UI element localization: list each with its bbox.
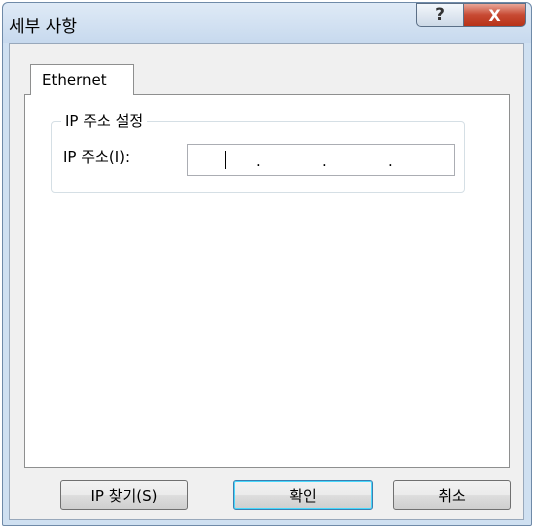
help-button[interactable]: ? bbox=[416, 3, 464, 27]
tab-panel-ethernet: IP 주소 설정 IP 주소(I): . . . bbox=[24, 94, 510, 468]
ip-octet-separator-2: . bbox=[322, 152, 327, 170]
ip-octet-separator-3: . bbox=[388, 152, 393, 170]
dialog-window: 세부 사항 ? X Ethernet IP 주소 설정 IP 주소(I): . … bbox=[2, 2, 532, 526]
text-cursor bbox=[225, 151, 226, 169]
ok-button[interactable]: 확인 bbox=[233, 480, 373, 510]
find-ip-button[interactable]: IP 찾기(S) bbox=[60, 480, 188, 510]
ip-address-input[interactable]: . . . bbox=[187, 144, 455, 176]
dialog-client-area: Ethernet IP 주소 설정 IP 주소(I): . . . IP 찾기(… bbox=[9, 43, 524, 520]
ip-octet-separator-1: . bbox=[256, 152, 261, 170]
close-button[interactable]: X bbox=[463, 3, 526, 27]
window-title: 세부 사항 bbox=[9, 17, 77, 37]
tab-ethernet[interactable]: Ethernet bbox=[30, 64, 134, 95]
question-icon: ? bbox=[435, 5, 445, 25]
close-icon: X bbox=[488, 5, 501, 25]
title-bar[interactable]: 세부 사항 ? X bbox=[3, 3, 531, 43]
cancel-button[interactable]: 취소 bbox=[393, 480, 511, 510]
ip-settings-group-title: IP 주소 설정 bbox=[61, 112, 148, 130]
ip-address-label: IP 주소(I): bbox=[63, 148, 131, 166]
ip-settings-group: IP 주소 설정 IP 주소(I): . . . bbox=[51, 112, 465, 193]
